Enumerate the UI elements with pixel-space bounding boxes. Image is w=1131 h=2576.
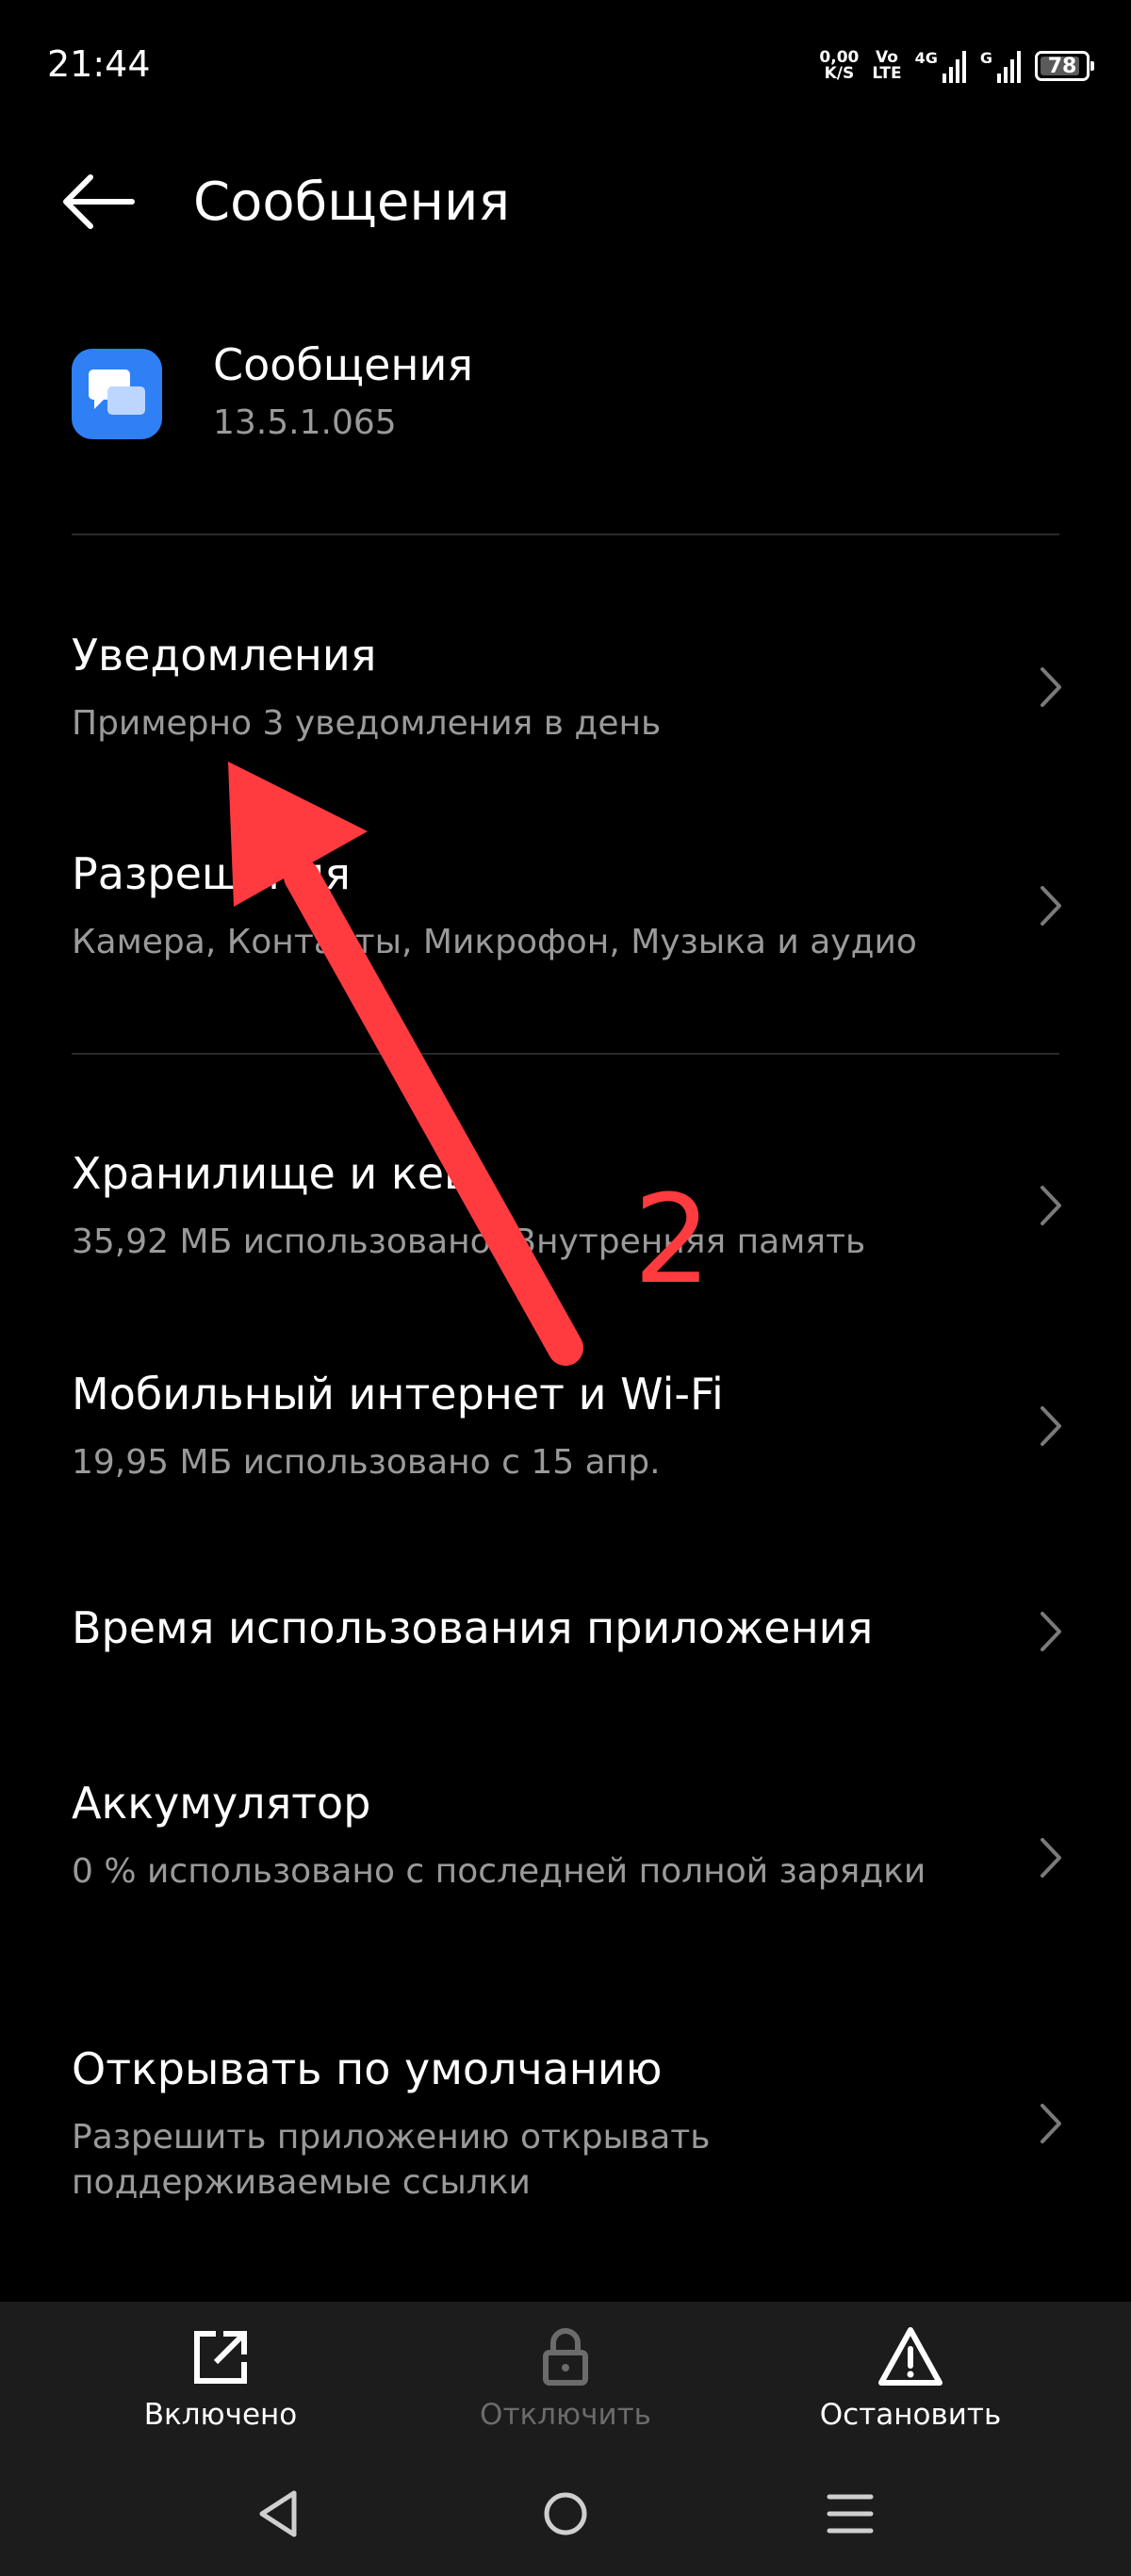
menu-item-title: Время использования приложения [72, 1602, 874, 1653]
chevron-right-icon [1041, 1838, 1061, 1878]
menu-item-mobile-data[interactable]: Мобильный интернет и Wi-Fi 19,95 МБ испо… [0, 1342, 1131, 1512]
chevron-right-icon [1041, 667, 1061, 707]
menu-item-subtitle: Камера, Контакты, Микрофон, Музыка и ауд… [72, 923, 917, 961]
volte-bottom: LTE [872, 64, 902, 83]
action-bar: Включено Отключить Остановить [0, 2302, 1131, 2448]
menu-item-subtitle: 19,95 МБ использовано с 15 апр. [72, 1443, 661, 1482]
menu-item-title: Открывать по умолчанию [72, 2043, 663, 2094]
menu-item-subtitle: 0 % использовано с последней полной заря… [72, 1852, 926, 1891]
menu-item-battery[interactable]: Аккумулятор 0 % использовано с последней… [0, 1755, 1131, 1962]
nav-back-button[interactable] [241, 2476, 317, 2551]
signal-g-label: G [979, 49, 992, 67]
back-button[interactable] [57, 164, 141, 239]
menu-item-permissions[interactable]: Разрешения Камера, Контакты, Микрофон, М… [0, 822, 1131, 992]
navigation-bar [0, 2448, 1131, 2576]
app-name: Сообщения [213, 339, 474, 390]
menu-item-subtitle: Разрешить приложению открывать поддержив… [72, 2118, 711, 2202]
network-speed-unit: K/S [824, 64, 855, 83]
arrow-left-icon [63, 174, 135, 229]
signal-bars-icon [942, 51, 966, 83]
nav-home-button[interactable] [528, 2476, 603, 2551]
app-version: 13.5.1.065 [213, 403, 397, 442]
stop-button[interactable]: Остановить [769, 2302, 1052, 2448]
menu-item-title: Разрешения [72, 848, 351, 899]
menu-lines-icon [827, 2494, 874, 2534]
app-info: Сообщения 13.5.1.065 [0, 330, 1131, 471]
status-icons: 0,00 K/S Vo LTE 4G G 78 [819, 45, 1094, 87]
battery-level: 78 [1047, 54, 1077, 78]
status-time: 21:44 [47, 43, 151, 85]
disable-label: Отключить [480, 2398, 651, 2432]
status-bar: 21:44 0,00 K/S Vo LTE 4G G 78 [0, 0, 1131, 132]
signal-g: G [980, 49, 1022, 83]
chevron-right-icon [1041, 886, 1061, 926]
disable-button[interactable]: Отключить [424, 2302, 707, 2448]
page-title: Сообщения [193, 172, 511, 233]
chevron-right-icon [1041, 1186, 1061, 1225]
divider [72, 533, 1059, 535]
enabled-button[interactable]: Включено [79, 2302, 362, 2448]
lock-icon [543, 2328, 588, 2386]
chevron-right-icon [1041, 1406, 1061, 1446]
nav-recents-button[interactable] [812, 2476, 888, 2551]
triangle-back-icon [259, 2490, 297, 2537]
annotation-number: 2 [633, 1168, 712, 1311]
volte-indicator: Vo LTE [872, 50, 901, 82]
chevron-right-icon [1041, 1612, 1061, 1651]
signal-4g: 4G [915, 49, 967, 83]
signal-4g-label: 4G [914, 49, 938, 67]
warning-icon [878, 2327, 942, 2386]
network-speed: 0,00 K/S [819, 50, 859, 82]
menu-item-title: Мобильный интернет и Wi-Fi [72, 1369, 724, 1419]
battery-icon: 78 [1035, 51, 1094, 81]
menu-item-usage-time[interactable]: Время использования приложения [0, 1565, 1131, 1697]
menu-item-notifications[interactable]: Уведомления Примерно 3 уведомления в ден… [0, 603, 1131, 773]
menu-item-open-default[interactable]: Открывать по умолчанию Разрешить приложе… [0, 2021, 1131, 2228]
menu-item-subtitle: 35,92 МБ использовано: Внутренняя память [72, 1222, 866, 1261]
menu-item-title: Уведомления [72, 630, 377, 681]
header: Сообщения [0, 151, 1131, 254]
menu-item-title: Аккумулятор [72, 1778, 371, 1829]
menu-item-storage[interactable]: Хранилище и кеш 35,92 МБ использовано: В… [0, 1122, 1131, 1291]
circle-home-icon [544, 2492, 587, 2535]
open-external-icon [194, 2331, 247, 2384]
stop-label: Остановить [819, 2398, 1002, 2432]
enabled-label: Включено [143, 2398, 298, 2432]
signal-bars-icon [997, 51, 1021, 83]
messages-icon [72, 349, 162, 439]
menu-item-title: Хранилище и кеш [72, 1148, 484, 1199]
divider [72, 1053, 1059, 1055]
chevron-right-icon [1041, 2104, 1061, 2143]
menu-item-subtitle: Примерно 3 уведомления в день [72, 704, 662, 743]
